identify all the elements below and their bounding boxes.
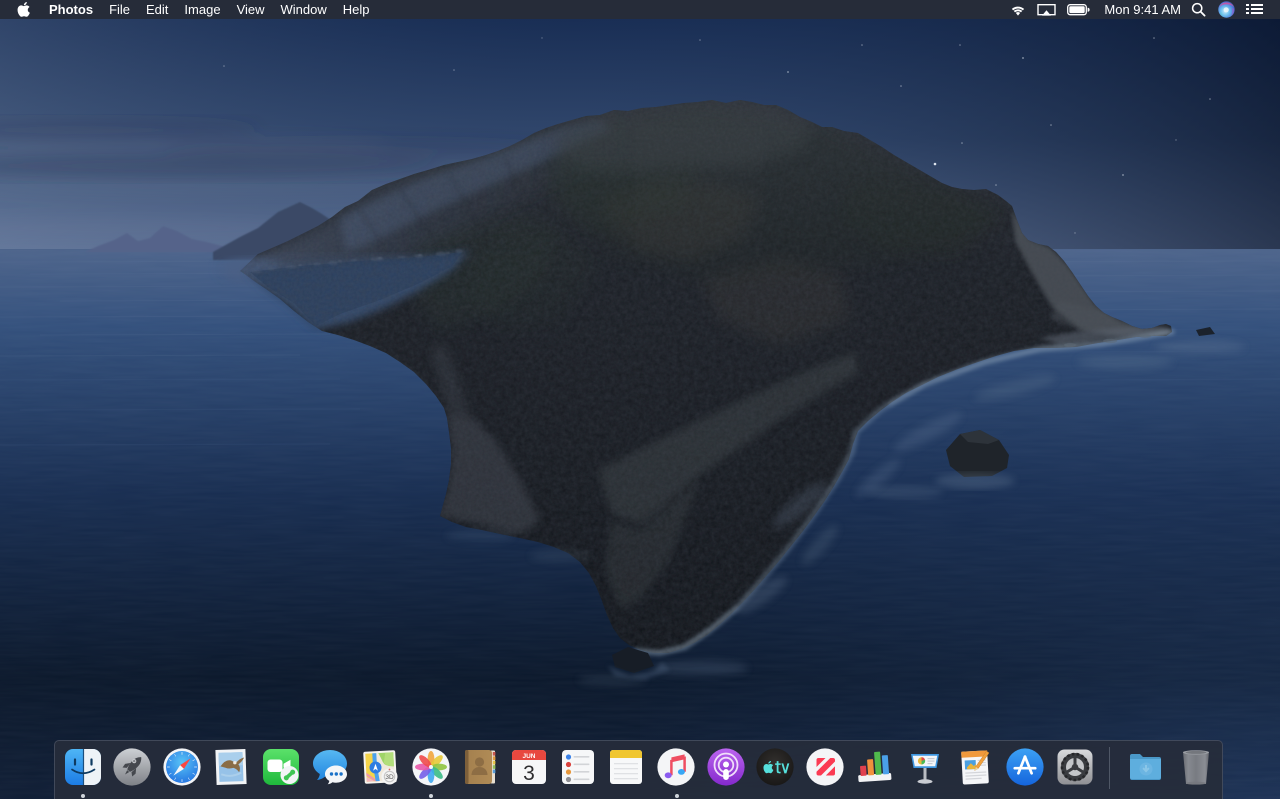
svg-text:3: 3 bbox=[523, 762, 535, 785]
svg-text:JUN: JUN bbox=[522, 753, 535, 760]
svg-text:3D: 3D bbox=[385, 774, 394, 781]
